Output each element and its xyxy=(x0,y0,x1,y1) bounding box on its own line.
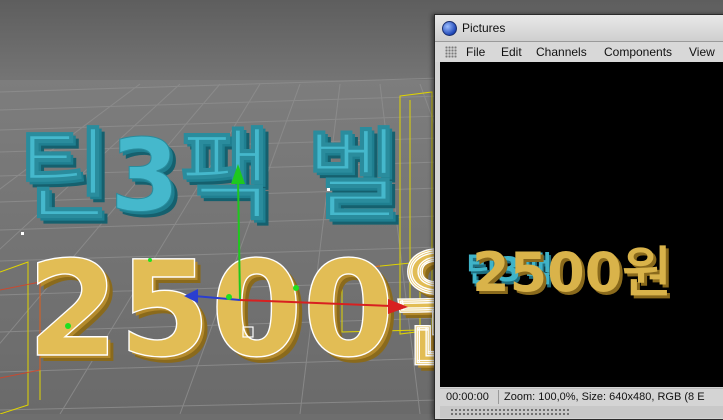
svg-text:틴3팩 벨: 틴3팩 벨 xyxy=(18,117,398,234)
svg-text:2500원: 2500원 xyxy=(472,241,672,304)
pictures-window[interactable]: Pictures File Edit Channels Components V… xyxy=(434,14,723,420)
menu-view[interactable]: View xyxy=(689,45,715,59)
status-divider xyxy=(498,390,499,404)
status-bar: 00:00:00 Zoom: 100,0%, Size: 640x480, RG… xyxy=(440,388,723,406)
rendered-image: 틴3팩 틴3팩 2500원 2500원 xyxy=(466,241,675,307)
menu-file[interactable]: File xyxy=(466,45,485,59)
scrollbar-thumb[interactable] xyxy=(450,408,570,416)
window-title: Pictures xyxy=(462,21,506,35)
menu-components[interactable]: Components xyxy=(604,45,672,59)
teal-3d-text: 틴3팩 벨 틴3팩 벨 틴3팩 벨 xyxy=(18,117,405,241)
app-sphere-icon xyxy=(442,21,457,36)
menu-channels[interactable]: Channels xyxy=(536,45,587,59)
status-time: 00:00:00 xyxy=(446,391,489,403)
grip-handle-icon[interactable] xyxy=(445,46,457,58)
horizontal-scrollbar[interactable] xyxy=(440,406,723,418)
pictures-title-bar[interactable]: Pictures xyxy=(435,15,723,42)
menu-edit[interactable]: Edit xyxy=(501,45,522,59)
status-info: Zoom: 100,0%, Size: 640x480, RGB (8 E xyxy=(504,391,705,403)
render-canvas: 틴3팩 틴3팩 2500원 2500원 xyxy=(440,62,723,387)
menu-bar: File Edit Channels Components View xyxy=(435,42,723,62)
